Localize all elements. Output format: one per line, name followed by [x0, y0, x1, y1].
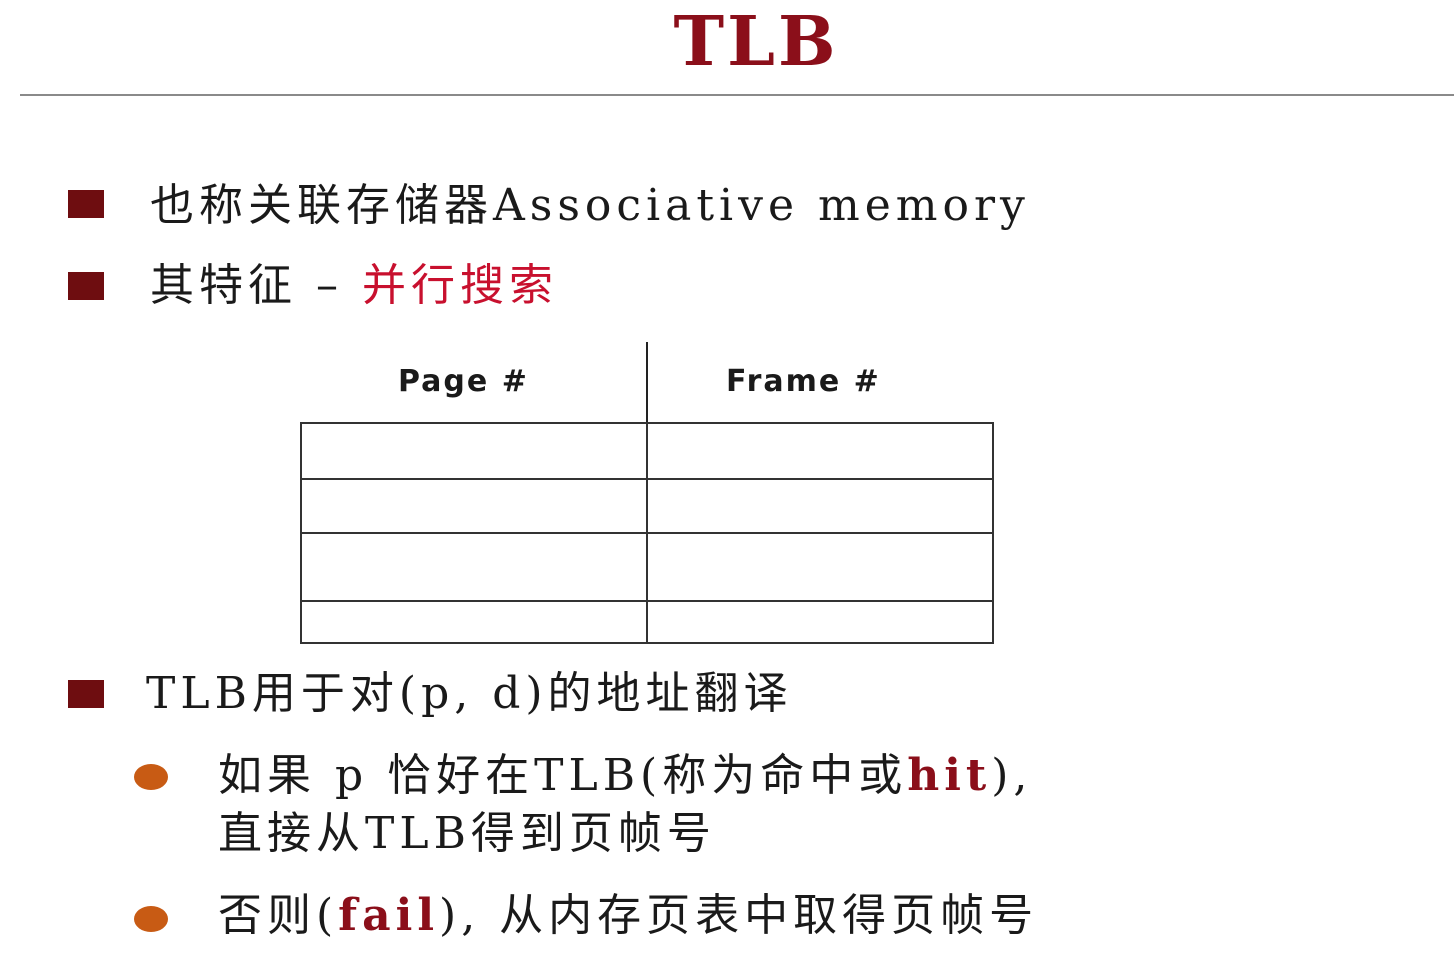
- tlb-table: [300, 422, 994, 644]
- subbullet-fail-suffix: ), 从内存页表中取得页帧号: [439, 890, 1039, 941]
- table-cell-page: [300, 600, 648, 644]
- header-divider: [646, 342, 648, 424]
- fail-highlight: fail: [338, 890, 440, 941]
- bullet-feature-prefix: 其特征 –: [150, 260, 362, 311]
- table-cell-page: [300, 532, 648, 602]
- title-divider: [20, 94, 1454, 96]
- table-cell-frame: [646, 532, 994, 602]
- subbullet-fail-prefix: 否则(: [218, 890, 339, 941]
- subbullet-hit-suffix: ),: [991, 750, 1033, 801]
- square-bullet-icon: [68, 680, 104, 708]
- subbullet-hit-line1: 如果 p 恰好在TLB(称为命中或hit),: [218, 748, 1032, 804]
- round-bullet-icon: [134, 764, 168, 790]
- table-cell-page: [300, 478, 648, 534]
- column-header-frame: Frame #: [726, 364, 881, 399]
- subbullet-hit-line2: 直接从TLB得到页帧号: [218, 808, 716, 859]
- table-row: [300, 532, 994, 602]
- slide-title: TLB: [673, 2, 839, 82]
- subbullet-hit-prefix: 如果 p 恰好在TLB(称为命中或: [218, 750, 908, 801]
- subbullet-fail: 否则(fail), 从内存页表中取得页帧号: [218, 888, 1038, 944]
- table-cell-frame: [646, 600, 994, 644]
- bullet-feature: 其特征 – 并行搜索: [150, 258, 558, 314]
- table-row: [300, 478, 994, 534]
- round-bullet-icon: [134, 906, 168, 932]
- bullet-associative-memory: 也称关联存储器Associative memory: [150, 180, 1030, 231]
- parallel-search-highlight: 并行搜索: [361, 260, 558, 311]
- square-bullet-icon: [68, 190, 104, 218]
- table-cell-page: [300, 422, 648, 480]
- table-cell-frame: [646, 422, 994, 480]
- square-bullet-icon: [68, 272, 104, 300]
- bullet-tlb-translation: TLB用于对(p, d)的地址翻译: [146, 668, 793, 719]
- table-row: [300, 422, 994, 480]
- column-header-page: Page #: [398, 364, 529, 399]
- table-cell-frame: [646, 478, 994, 534]
- table-row: [300, 600, 994, 644]
- hit-highlight: hit: [907, 750, 992, 801]
